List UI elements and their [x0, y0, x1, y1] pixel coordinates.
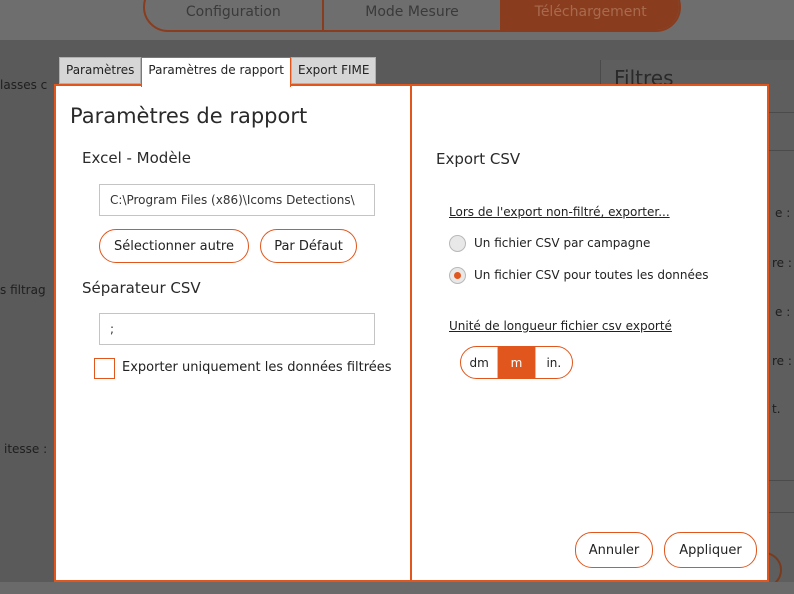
dialog-tabs: Paramètres Paramètres de rapport Export … [59, 57, 377, 87]
background-label-fragment: e : [775, 305, 791, 319]
background-label-fragment: re : [772, 354, 792, 368]
background-bottom-bar [0, 582, 794, 594]
background-tab-mode-mesure: Mode Mesure [324, 0, 503, 30]
radio-one-file-all-data[interactable]: Un fichier CSV pour toutes les données [449, 265, 709, 285]
radio-button[interactable] [449, 266, 466, 284]
default-button[interactable]: Par Défaut [260, 229, 357, 263]
radio-button[interactable] [449, 234, 466, 252]
tab-export-fime[interactable]: Export FIME [290, 57, 377, 84]
csv-export-panel: Export CSV Lors de l'export non-filtré, … [410, 84, 769, 582]
apply-button[interactable]: Appliquer [664, 532, 757, 568]
radio-one-file-per-campaign[interactable]: Un fichier CSV par campagne [449, 233, 650, 253]
background-label-fragment: itesse : [4, 442, 48, 456]
unit-dm-button[interactable]: dm [461, 347, 499, 378]
radio-label: Un fichier CSV par campagne [474, 236, 651, 250]
background-tab-telechargement: Téléchargement [502, 0, 679, 30]
report-settings-panel: Paramètres de rapport Excel - Modèle Sél… [54, 84, 412, 582]
csv-separator-label: Séparateur CSV [82, 279, 201, 297]
background-label-fragment: s filtrag [0, 283, 46, 297]
unfiltered-export-label: Lors de l'export non-filtré, exporter... [449, 205, 670, 219]
unit-in-button[interactable]: in. [536, 347, 572, 378]
csv-separator-field[interactable] [99, 313, 375, 345]
unit-m-button[interactable]: m [498, 347, 536, 378]
background-tab-configuration: Configuration [145, 0, 324, 30]
background-mode-switch: Configuration Mode Mesure Téléchargement [143, 0, 681, 32]
radio-label: Un fichier CSV pour toutes les données [474, 268, 709, 282]
background-label-fragment: lasses c [0, 78, 48, 92]
select-other-button[interactable]: Sélectionner autre [99, 229, 249, 263]
filtered-only-label: Exporter uniquement les données filtrées [122, 360, 392, 375]
tab-parametres[interactable]: Paramètres [59, 57, 142, 84]
cancel-button[interactable]: Annuler [575, 532, 653, 568]
background-label-fragment: re : [772, 256, 792, 270]
filtered-only-checkbox[interactable] [94, 358, 115, 379]
background-label-fragment: e : [775, 206, 791, 220]
background-label-fragment: t. [772, 402, 781, 416]
length-unit-label: Unité de longueur fichier csv exporté [449, 319, 672, 333]
excel-template-path-field[interactable] [99, 184, 375, 216]
length-unit-selector: dm m in. [460, 346, 573, 379]
csv-export-title: Export CSV [436, 150, 521, 168]
excel-template-label: Excel - Modèle [82, 149, 191, 167]
page-title: Paramètres de rapport [70, 104, 308, 128]
tab-parametres-de-rapport[interactable]: Paramètres de rapport [141, 57, 291, 87]
